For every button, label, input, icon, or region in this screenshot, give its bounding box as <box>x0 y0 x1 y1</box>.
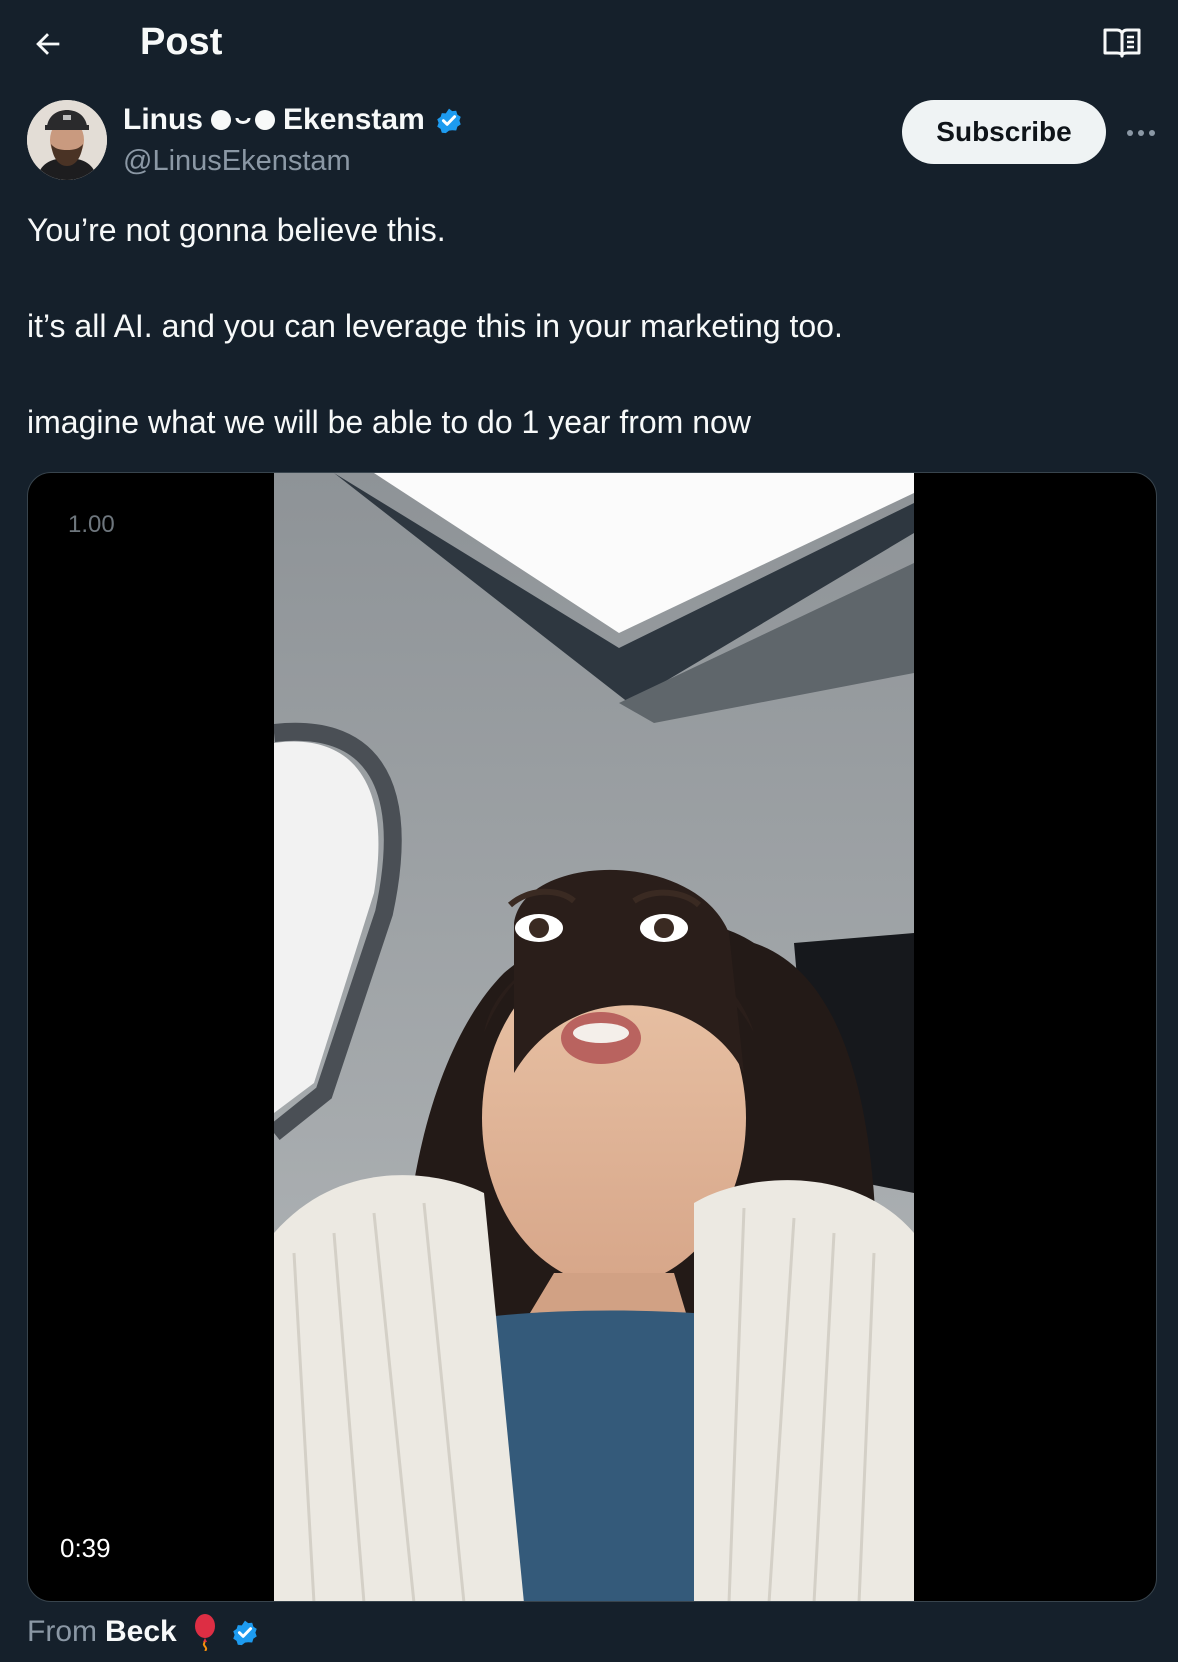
attribution-name: Beck <box>105 1615 177 1648</box>
author-handle[interactable]: @LinusEkenstam <box>123 143 351 179</box>
more-options-button[interactable] <box>1124 116 1158 150</box>
video-duration: 0:39 <box>60 1533 111 1563</box>
author-name[interactable]: Linus Ekenstam <box>123 101 465 139</box>
book-icon <box>1103 28 1141 58</box>
verified-badge-icon <box>437 108 461 134</box>
post-text-line: You’re not gonna believe this. <box>27 212 446 248</box>
arrow-left-icon <box>36 33 60 55</box>
avatar[interactable] <box>27 100 107 180</box>
subscribe-button[interactable]: Subscribe <box>902 100 1106 164</box>
reader-mode-button[interactable] <box>1098 20 1146 66</box>
page-title: Post <box>140 21 223 63</box>
playback-rate: 1.00 <box>68 511 115 538</box>
emoji-face-icon <box>211 110 275 130</box>
video-thumbnail-image <box>274 473 914 1601</box>
video-attribution[interactable]: From Beck <box>27 1612 261 1652</box>
avatar-image <box>27 100 107 180</box>
author-last-name: Ekenstam <box>283 103 425 136</box>
back-button[interactable] <box>26 22 70 66</box>
verified-badge-icon <box>232 1620 257 1646</box>
attribution-prefix: From <box>27 1615 97 1648</box>
post-text-line: it’s all AI. and you can leverage this i… <box>27 308 843 344</box>
more-horizontal-icon <box>1127 130 1155 136</box>
post-text-line: imagine what we will be able to do 1 yea… <box>27 404 751 440</box>
balloon-icon <box>194 1614 215 1651</box>
video-frame <box>274 473 914 1601</box>
video-player[interactable]: 1.00 0:39 <box>27 472 1157 1602</box>
author-first-name: Linus <box>123 103 203 136</box>
